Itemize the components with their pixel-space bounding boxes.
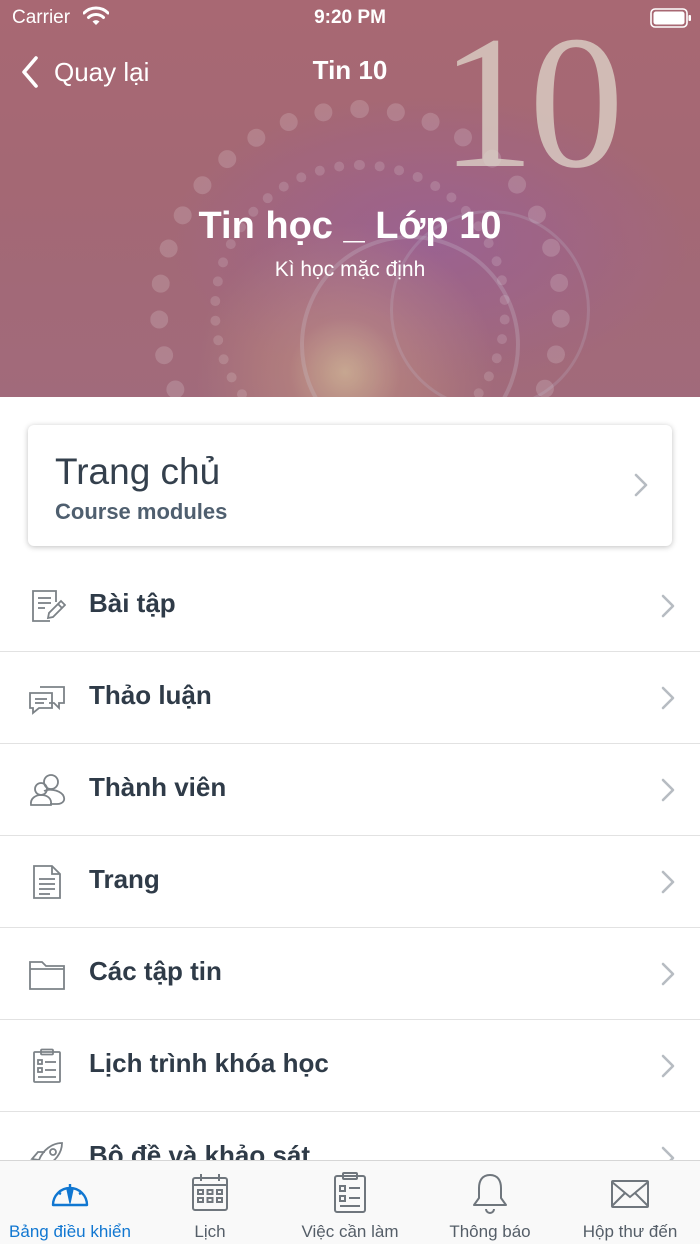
home-card-subtitle: Course modules (55, 499, 228, 524)
discussion-icon (29, 686, 65, 715)
menu-item-label: Trang (89, 864, 160, 894)
todo-icon (334, 1172, 366, 1213)
menu-item-label: Thành viên (89, 772, 227, 802)
folder-icon (29, 961, 65, 990)
bell-icon (473, 1174, 507, 1214)
course-term: Kì học mặc định (274, 258, 426, 281)
bottom-tab-bar: Bảng điều khiển Lịch Việc cần làm Thông … (0, 1160, 700, 1244)
chevron-right-icon (661, 594, 675, 618)
calendar-icon (192, 1174, 228, 1211)
inbox-icon (611, 1180, 649, 1208)
tab-notifications[interactable]: Thông báo (420, 1161, 560, 1244)
tab-label: Hộp thư đến (582, 1222, 678, 1241)
tab-dashboard[interactable]: Bảng điều khiển (0, 1161, 140, 1244)
tab-label: Bảng điều khiển (9, 1222, 131, 1241)
members-icon (30, 774, 66, 806)
course-title: Tin học _ Lớp 10 (198, 205, 502, 247)
menu-item-label: Lịch trình khóa học (89, 1048, 329, 1078)
menu-item-pages[interactable]: Trang (0, 836, 700, 928)
menu-item-members[interactable]: Thành viên (0, 744, 700, 836)
chevron-right-icon (661, 870, 675, 894)
tab-calendar[interactable]: Lịch (140, 1161, 280, 1244)
menu-item-assignments[interactable]: Bài tập (0, 560, 700, 652)
chevron-right-icon (661, 686, 675, 710)
menu-item-label: Các tập tin (89, 956, 222, 986)
chevron-right-icon (661, 1054, 675, 1078)
tab-todo[interactable]: Việc cần làm (280, 1161, 420, 1244)
page-icon (33, 865, 61, 899)
chevron-right-icon (661, 778, 675, 802)
menu-item-discussions[interactable]: Thảo luận (0, 652, 700, 744)
tab-label: Thông báo (449, 1222, 531, 1241)
nav-title: Tin 10 (312, 55, 388, 85)
menu-item-label: Thảo luận (89, 680, 212, 710)
battery-icon (650, 8, 691, 28)
menu-item-syllabus[interactable]: Lịch trình khóa học (0, 1020, 700, 1112)
clock: 9:20 PM (314, 7, 386, 28)
chevron-right-icon (634, 473, 648, 497)
menu-item-files[interactable]: Các tập tin (0, 928, 700, 1020)
assignment-icon (32, 590, 66, 622)
tab-inbox[interactable]: Hộp thư đến (560, 1161, 700, 1244)
dashboard-icon (51, 1184, 89, 1207)
menu-item-label: Bài tập (89, 588, 176, 618)
chevron-right-icon (661, 962, 675, 986)
tab-label: Lịch (194, 1222, 226, 1241)
status-bar: Carrier 9:20 PM (0, 0, 700, 36)
course-home-card[interactable]: Trang chủ Course modules (28, 425, 672, 546)
course-menu-list: Bài tập Thảo luận Thành viên Trang Các t… (0, 560, 700, 1204)
home-card-title: Trang chủ (55, 451, 221, 492)
syllabus-icon (33, 1048, 61, 1083)
tab-label: Việc cần làm (301, 1222, 399, 1241)
